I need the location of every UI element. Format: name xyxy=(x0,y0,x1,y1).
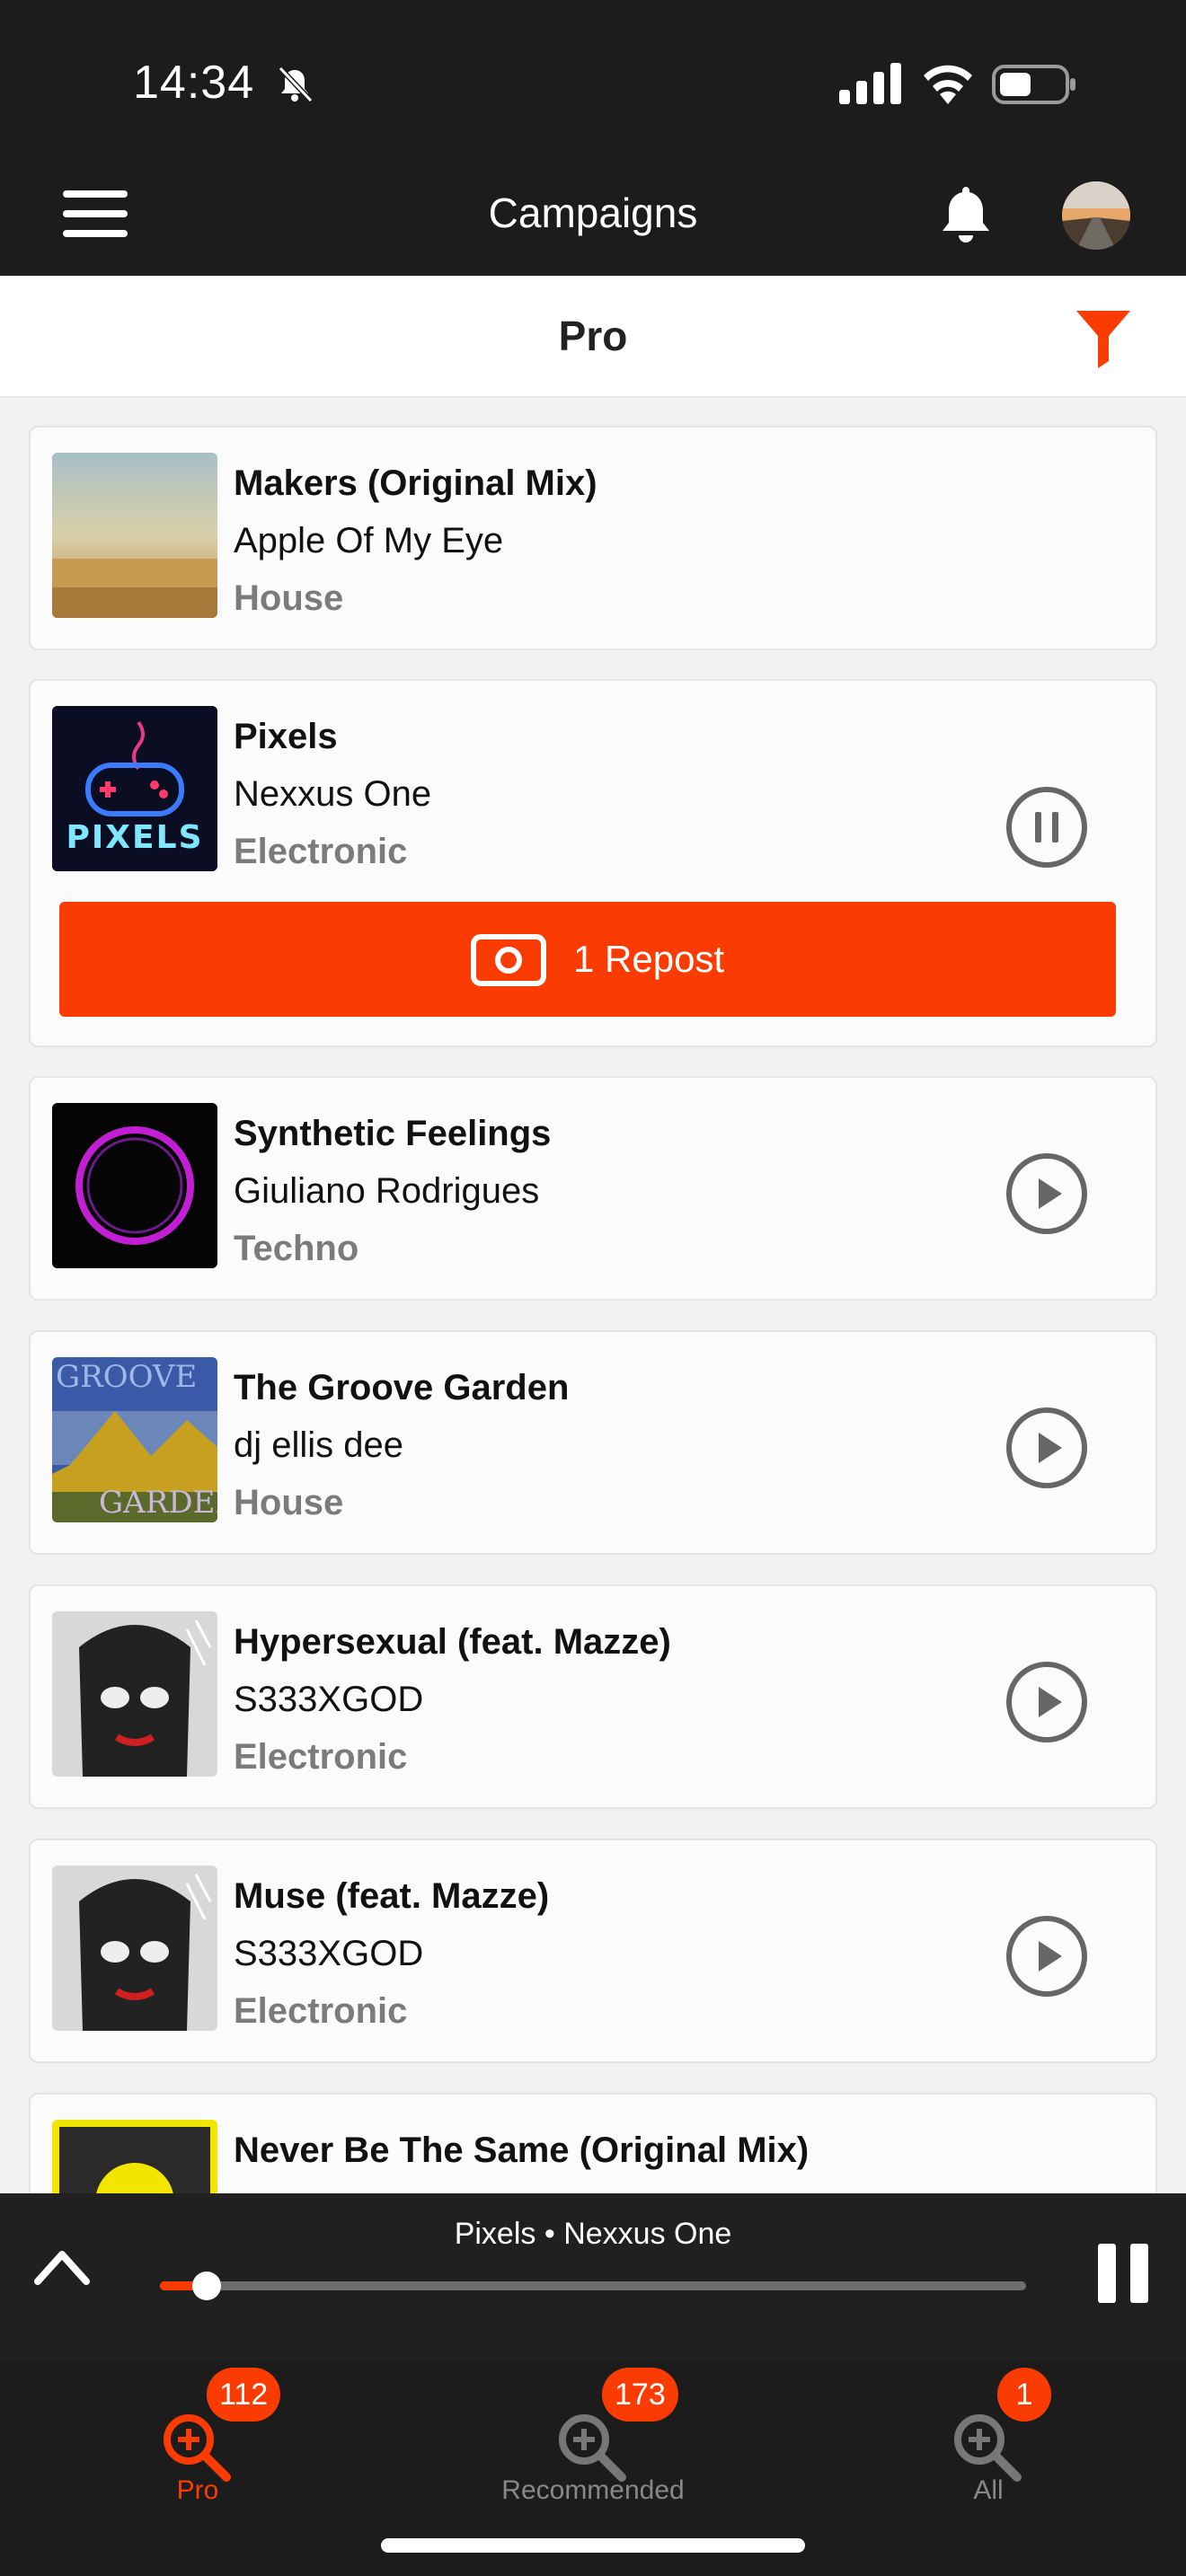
play-button[interactable] xyxy=(1006,1407,1087,1488)
album-art: PIXELS xyxy=(52,706,217,871)
avatar[interactable] xyxy=(1062,181,1130,250)
track-title: Synthetic Feelings xyxy=(234,1114,552,1153)
track-artist: S333XGOD xyxy=(234,1934,424,1973)
album-art-text-bottom: GARDEN xyxy=(99,1485,217,1521)
track-genre: Electronic xyxy=(234,1737,408,1777)
play-button[interactable] xyxy=(1006,1153,1087,1234)
tab-pro[interactable]: 112 Pro xyxy=(0,2360,395,2540)
tab-badge: 112 xyxy=(207,2368,281,2422)
track-title: Makers (Original Mix) xyxy=(234,463,597,503)
track-title: Muse (feat. Mazze) xyxy=(234,1876,550,1916)
track-card[interactable]: Synthetic Feelings Giuliano Rodrigues Te… xyxy=(29,1076,1157,1301)
track-card[interactable]: Makers (Original Mix) Apple Of My Eye Ho… xyxy=(29,426,1157,650)
pause-button[interactable] xyxy=(1098,2244,1148,2303)
tab-label: Recommended xyxy=(501,2475,685,2505)
tab-badge: 1 xyxy=(997,2368,1051,2422)
tab-label: All xyxy=(973,2475,1004,2505)
now-playing-label: Pixels • Nexxus One xyxy=(454,2217,732,2251)
search-plus-icon xyxy=(559,2414,626,2482)
track-card[interactable]: Muse (feat. Mazze) S333XGOD Electronic xyxy=(29,1839,1157,2063)
search-plus-icon xyxy=(954,2414,1022,2482)
progress-knob[interactable] xyxy=(192,2272,222,2300)
album-art xyxy=(52,1866,217,2031)
track-artist: dj ellis dee xyxy=(234,1425,404,1465)
track-card[interactable]: PIXELS Pixels Nexxus One Electronic 1 Re… xyxy=(29,679,1157,1047)
track-genre: Electronic xyxy=(234,832,408,871)
repost-icon xyxy=(471,934,546,986)
battery-icon xyxy=(992,65,1075,104)
repost-button[interactable]: 1 Repost xyxy=(59,902,1116,1017)
track-genre: House xyxy=(234,1483,344,1522)
track-title: The Groove Garden xyxy=(234,1368,570,1407)
filter-header: Pro xyxy=(0,276,1186,398)
track-genre: House xyxy=(234,578,344,618)
track-artist: Apple Of My Eye xyxy=(234,521,504,560)
silent-mode-icon xyxy=(278,66,314,103)
status-time: 14:34 xyxy=(133,57,255,109)
track-artist: Giuliano Rodrigues xyxy=(234,1171,540,1211)
filter-icon[interactable] xyxy=(1075,309,1132,368)
track-title: Never Be The Same (Original Mix) xyxy=(234,2130,810,2170)
repost-label: 1 Repost xyxy=(573,938,725,980)
tab-badge: 173 xyxy=(602,2368,678,2422)
pause-button[interactable] xyxy=(1006,787,1087,868)
top-bar: 14:34 Campaigns xyxy=(0,0,1186,276)
notifications-bell-icon[interactable] xyxy=(938,183,994,246)
page-title: Campaigns xyxy=(488,190,698,236)
search-plus-icon xyxy=(164,2414,231,2482)
cellular-signal-icon xyxy=(839,63,901,104)
mini-player: Pixels • Nexxus One xyxy=(0,2193,1186,2360)
wifi-icon xyxy=(924,65,972,104)
track-artist: S333XGOD xyxy=(234,1680,424,1719)
album-art xyxy=(52,453,217,618)
play-button[interactable] xyxy=(1006,1916,1087,1997)
track-genre: Techno xyxy=(234,1229,359,1268)
track-genre: Electronic xyxy=(234,1991,408,2031)
album-art xyxy=(52,1103,217,1268)
play-button[interactable] xyxy=(1006,1662,1087,1742)
track-card[interactable]: Hypersexual (feat. Mazze) S333XGOD Elect… xyxy=(29,1584,1157,1809)
tab-recommended[interactable]: 173 Recommended xyxy=(395,2360,791,2540)
album-art xyxy=(52,1611,217,1777)
track-title: Pixels xyxy=(234,717,338,756)
section-title: Pro xyxy=(558,313,628,359)
home-indicator xyxy=(381,2538,805,2553)
track-card[interactable]: GROOVE GARDEN The Groove Garden dj ellis… xyxy=(29,1330,1157,1555)
track-artist: Nexxus One xyxy=(234,774,432,814)
tab-all[interactable]: 1 All xyxy=(791,2360,1186,2540)
progress-slider[interactable] xyxy=(160,2272,1026,2300)
track-title: Hypersexual (feat. Mazze) xyxy=(234,1622,671,1662)
tab-label: Pro xyxy=(176,2475,219,2505)
album-art-text: PIXELS xyxy=(66,819,204,856)
album-art: GROOVE GARDEN xyxy=(52,1357,217,1522)
album-art-text-top: GROOVE xyxy=(56,1359,198,1395)
